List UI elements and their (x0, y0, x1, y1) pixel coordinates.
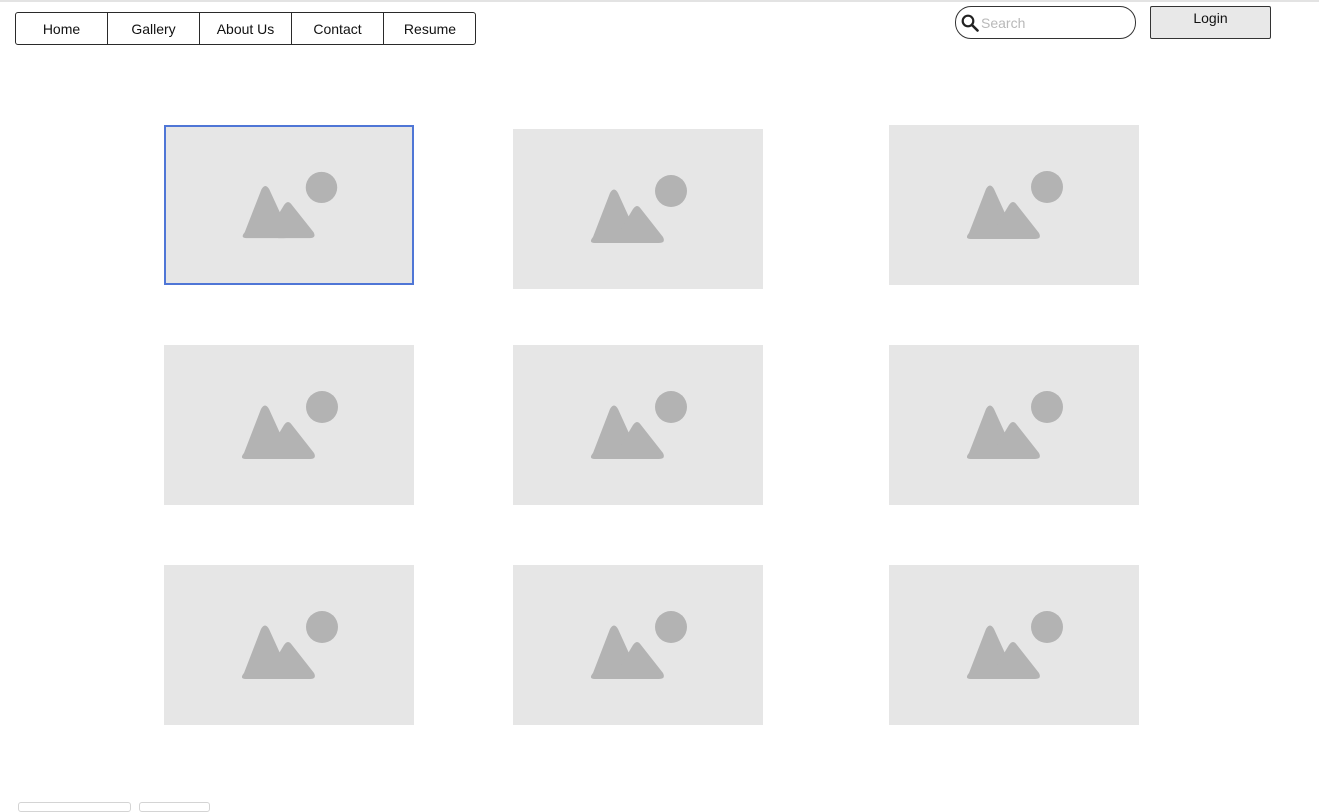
main-nav: Home Gallery About Us Contact Resume (15, 12, 476, 45)
nav-contact[interactable]: Contact (292, 13, 384, 44)
image-placeholder[interactable] (513, 345, 763, 505)
image-icon (590, 175, 687, 243)
search-box[interactable] (955, 6, 1136, 39)
image-placeholder[interactable] (889, 565, 1139, 725)
nav-gallery[interactable]: Gallery (108, 13, 200, 44)
image-icon (590, 611, 687, 679)
bottom-control[interactable] (18, 802, 131, 812)
image-icon (966, 171, 1063, 239)
nav-home[interactable]: Home (16, 13, 108, 44)
nav-about-us[interactable]: About Us (200, 13, 292, 44)
image-icon (241, 611, 338, 679)
top-rule (0, 0, 1319, 2)
image-icon (242, 171, 338, 239)
bottom-control[interactable] (139, 802, 210, 812)
image-placeholder[interactable] (513, 565, 763, 725)
login-button[interactable]: Login (1150, 6, 1271, 39)
image-icon (241, 391, 338, 459)
image-placeholder[interactable] (164, 565, 414, 725)
image-icon (590, 391, 687, 459)
search-input[interactable] (981, 11, 1129, 35)
nav-resume[interactable]: Resume (384, 13, 476, 44)
image-placeholder[interactable] (513, 129, 763, 289)
image-placeholder[interactable] (164, 345, 414, 505)
image-icon (966, 391, 1063, 459)
image-placeholder[interactable] (889, 345, 1139, 505)
image-icon (966, 611, 1063, 679)
image-placeholder[interactable] (164, 125, 414, 285)
image-placeholder[interactable] (889, 125, 1139, 285)
search-icon (961, 14, 979, 32)
